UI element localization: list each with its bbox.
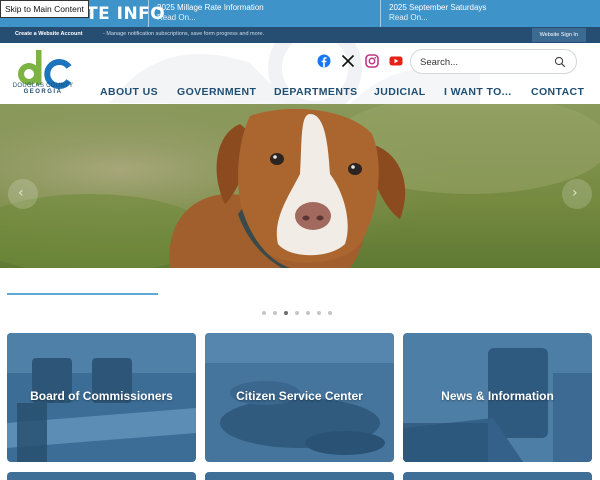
site-header: DOUGLAS COUNTY GEORGIA ABOUT US GOVERNME… bbox=[0, 43, 600, 104]
update-ticker: TE INFO 2025 Millage Rate Information Re… bbox=[0, 0, 600, 27]
slider-dot-active[interactable] bbox=[284, 311, 288, 315]
create-account-link[interactable]: Create a Website Account bbox=[15, 31, 83, 37]
instagram-icon[interactable] bbox=[365, 54, 379, 68]
skip-to-main-link[interactable]: Skip to Main Content bbox=[0, 0, 89, 18]
hero-prev-button[interactable]: ‹ bbox=[8, 179, 38, 209]
slider-dot[interactable] bbox=[317, 311, 321, 315]
hero-puppy-photo bbox=[0, 104, 600, 268]
tile-board-of-commissioners[interactable]: Board of Commissioners bbox=[7, 333, 196, 462]
hero-slideshow: ‹ › bbox=[0, 104, 600, 268]
chevron-right-icon: › bbox=[572, 185, 578, 201]
slider-dot[interactable] bbox=[328, 311, 332, 315]
slider-dot[interactable] bbox=[262, 311, 266, 315]
search-box[interactable] bbox=[410, 49, 577, 74]
ticker-item-read-on[interactable]: Read On... bbox=[389, 13, 600, 23]
website-sign-in-button[interactable]: Website Sign In bbox=[531, 28, 586, 42]
search-icon[interactable] bbox=[554, 56, 566, 68]
nav-departments[interactable]: DEPARTMENTS bbox=[274, 86, 358, 98]
tile-news-information[interactable]: News & Information bbox=[403, 333, 592, 462]
nav-government[interactable]: GOVERNMENT bbox=[177, 86, 256, 98]
ticker-item-saturdays[interactable]: 2025 September Saturdays Read On... bbox=[380, 0, 600, 27]
ticker-item-title: 2025 Millage Rate Information bbox=[157, 3, 264, 12]
slider-dot[interactable] bbox=[273, 311, 277, 315]
tile-label: Citizen Service Center bbox=[236, 389, 363, 403]
x-icon[interactable] bbox=[341, 54, 355, 68]
slider-dot[interactable] bbox=[306, 311, 310, 315]
ticker-item-read-on[interactable]: Read On... bbox=[157, 13, 380, 23]
section-divider bbox=[7, 293, 158, 295]
account-bar: Create a Website Account - Manage notifi… bbox=[0, 27, 600, 43]
ticker-item-millage[interactable]: 2025 Millage Rate Information Read On... bbox=[148, 0, 380, 27]
tile-row-2-partial[interactable] bbox=[205, 472, 394, 480]
tile-label: News & Information bbox=[441, 389, 554, 403]
nav-about-us[interactable]: ABOUT US bbox=[100, 86, 158, 98]
slider-dot[interactable] bbox=[295, 311, 299, 315]
tile-row-2-partial[interactable] bbox=[7, 472, 196, 480]
youtube-icon[interactable] bbox=[389, 54, 403, 68]
main-navigation: ABOUT US GOVERNMENT DEPARTMENTS JUDICIAL… bbox=[0, 86, 600, 104]
ticker-item-title: 2025 September Saturdays bbox=[389, 3, 487, 12]
nav-judicial[interactable]: JUDICIAL bbox=[374, 86, 426, 98]
nav-i-want-to[interactable]: I WANT TO... bbox=[444, 86, 512, 98]
facebook-icon[interactable] bbox=[317, 54, 331, 68]
hero-next-button[interactable]: › bbox=[562, 179, 592, 209]
nav-contact[interactable]: CONTACT bbox=[531, 86, 584, 98]
tile-row-2-partial[interactable] bbox=[403, 472, 592, 480]
tile-citizen-service-center[interactable]: Citizen Service Center bbox=[205, 333, 394, 462]
chevron-left-icon: ‹ bbox=[18, 185, 24, 201]
account-description: - Manage notification subscriptions, sav… bbox=[103, 31, 265, 37]
search-input[interactable] bbox=[420, 54, 550, 70]
tile-label: Board of Commissioners bbox=[30, 389, 173, 403]
